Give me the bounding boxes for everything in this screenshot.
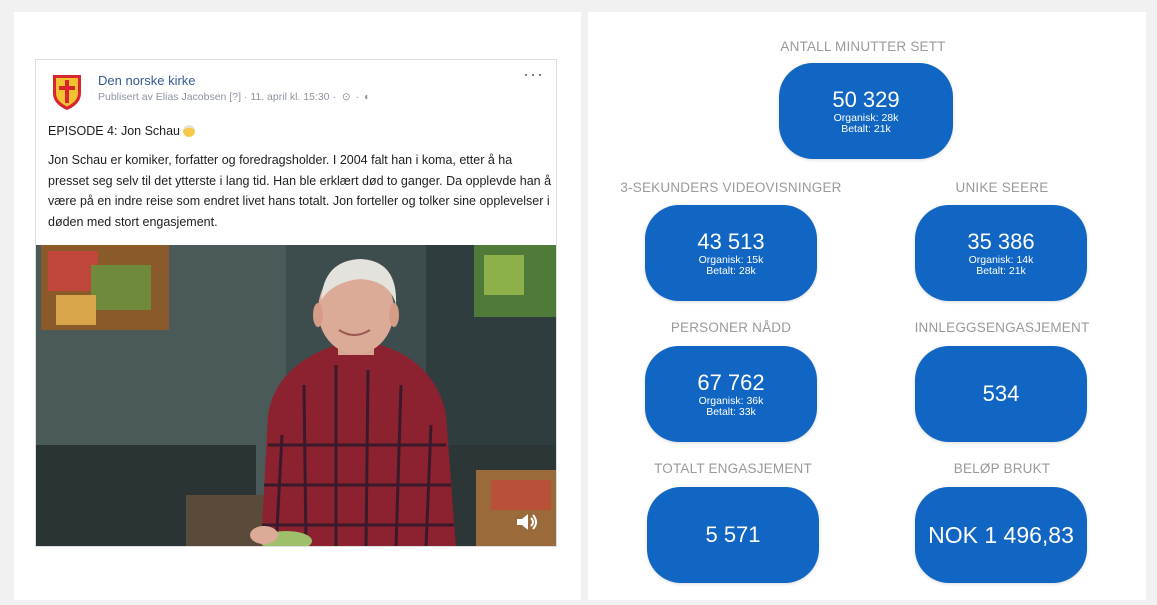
post-body: Jon Schau er komiker, forfatter og fored…: [48, 153, 552, 229]
views3s-paid: Betalt: 28k: [706, 265, 756, 277]
page-name-link[interactable]: Den norske kirke: [98, 73, 196, 88]
total-engagement-value: 5 571: [705, 522, 761, 547]
spent-value: NOK 1 496,83: [928, 522, 1074, 548]
reached-card: 67 762 Organisk: 36k Betalt: 33k: [645, 346, 817, 442]
minutes-card: 50 329 Organisk: 28k Betalt: 21k: [779, 63, 953, 159]
minutes-value: 50 329: [832, 87, 900, 112]
globe-icon: ⊙ · ◐: [341, 91, 372, 103]
views3s-value: 43 513: [697, 229, 765, 254]
spent-card: NOK 1 496,83: [915, 487, 1087, 583]
more-options-icon[interactable]: ···: [523, 64, 544, 85]
post-engagement-value: 534: [982, 381, 1020, 406]
post-title: EPISODE 4: Jon Schau: [48, 124, 196, 138]
total-engagement-label: TOTALT ENGASJEMENT: [654, 461, 812, 476]
minutes-paid: Betalt: 21k: [841, 123, 891, 135]
unique-card: 35 386 Organisk: 14k Betalt: 21k: [915, 205, 1087, 301]
views3s-card: 43 513 Organisk: 15k Betalt: 28k: [645, 205, 817, 301]
emoji-icon: [183, 125, 196, 137]
total-engagement-card: 5 571: [647, 487, 819, 583]
post-title-text: EPISODE 4: Jon Schau: [48, 124, 181, 138]
reached-value: 67 762: [697, 370, 765, 395]
reached-paid: Betalt: 33k: [706, 406, 756, 418]
facebook-post: Den norske kirke Publisert av Elias Jaco…: [35, 59, 557, 547]
unique-value: 35 386: [967, 229, 1035, 254]
unique-label: UNIKE SEERE: [955, 180, 1049, 195]
reached-label: PERSONER NÅDD: [670, 320, 792, 335]
video-frame: [36, 245, 556, 546]
video-player[interactable]: [36, 245, 556, 546]
post-engagement-card: 534: [915, 346, 1087, 442]
sound-icon[interactable]: [514, 510, 538, 534]
views3s-label: 3-SEKUNDERS VIDEOVISNINGER: [620, 180, 842, 195]
unique-paid: Betalt: 21k: [976, 265, 1026, 277]
post-engagement-label: INNLEGGSENGASJEMENT: [914, 320, 1090, 335]
church-logo-icon[interactable]: [50, 73, 84, 111]
spent-label: BELØP BRUKT: [953, 461, 1051, 476]
post-meta-text: Publisert av Elias Jacobsen [?] · 11. ap…: [98, 91, 339, 103]
minutes-label: ANTALL MINUTTER SETT: [780, 39, 946, 54]
post-meta: Publisert av Elias Jacobsen [?] · 11. ap…: [98, 91, 371, 103]
